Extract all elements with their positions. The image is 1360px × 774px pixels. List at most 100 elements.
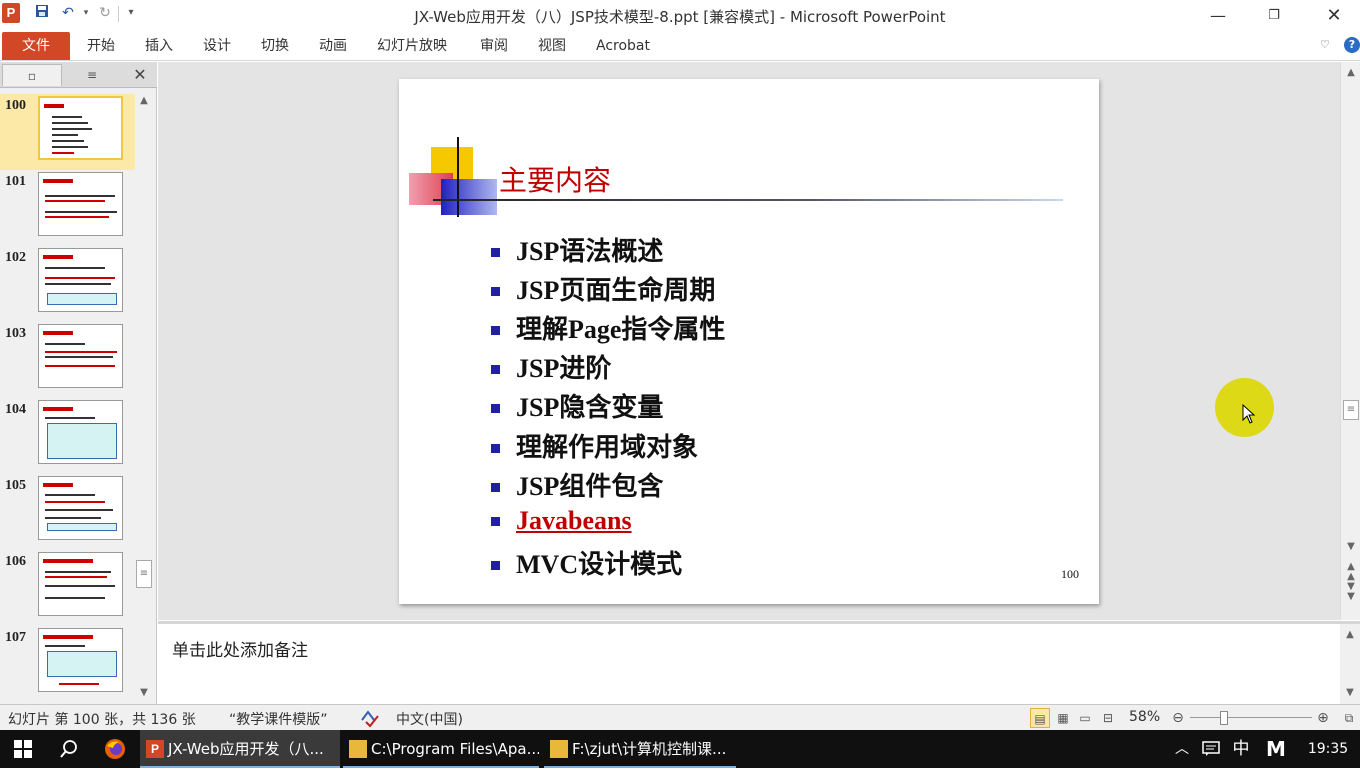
zoom-slider-track[interactable] [1190, 717, 1312, 718]
thumbnail-107[interactable]: 107 [0, 626, 135, 702]
scroll-down-arrow-icon[interactable]: ▼ [1343, 686, 1357, 700]
slide-counter: 幻灯片 第 100 张，共 136 张 [8, 712, 196, 728]
scroll-up-arrow-icon[interactable]: ▲ [137, 94, 151, 108]
title-deco-blue [441, 179, 497, 215]
tab-design[interactable]: 设计 [203, 32, 231, 60]
close-button[interactable]: ✕ [1311, 0, 1357, 32]
thumbnail-105[interactable]: 105 [0, 474, 135, 550]
slide-editing-area: 主要内容 JSP语法概述 JSP页面生命周期 理解Page指令属性 JSP进阶 … [158, 62, 1340, 620]
cursor-highlight [1215, 378, 1274, 437]
slides-tab-icon[interactable]: ▫ [2, 64, 62, 86]
taskbar-explorer-window-1[interactable]: C:\Program Files\Apa... [343, 730, 539, 768]
scroll-up-arrow-icon[interactable]: ▲ [1344, 66, 1358, 80]
bullet-square [491, 482, 500, 492]
thumbnail-number: 103 [5, 326, 26, 341]
fit-to-window-icon[interactable]: ⧉ [1339, 708, 1359, 728]
title-underline [433, 199, 1063, 201]
thumbnail-102[interactable]: 102 [0, 246, 135, 322]
theme-name[interactable]: “教学课件模版” [229, 709, 328, 729]
save-icon[interactable] [33, 4, 51, 22]
previous-slide-icon[interactable]: ▲ ▲ [1344, 562, 1358, 582]
slideshow-view-icon[interactable]: ⊟ [1098, 708, 1118, 728]
slide-scrollbar[interactable]: ▲ ≡ ▼ ▲ ▲ ▼ ▼ [1340, 62, 1360, 620]
tab-insert[interactable]: 插入 [145, 32, 173, 60]
bullet-item: JSP语法概述 [491, 231, 663, 268]
scroll-down-arrow-icon[interactable]: ▼ [137, 686, 151, 700]
thumbnail-image [38, 552, 123, 616]
notes-scrollbar[interactable]: ▲ ▼ [1340, 621, 1360, 704]
windows-taskbar: P JX-Web应用开发（八... C:\Program Files\Apa..… [0, 730, 1360, 768]
scroll-thumb[interactable]: ≡ [136, 560, 152, 588]
minimize-button[interactable]: — [1195, 0, 1241, 32]
spellcheck-icon[interactable] [358, 708, 382, 728]
tab-slideshow[interactable]: 幻灯片放映 [377, 32, 447, 60]
notes-pane[interactable]: 单击此处添加备注 [158, 621, 1340, 704]
firefox-icon[interactable] [92, 730, 138, 768]
language-indicator[interactable]: 中文(中国) [396, 709, 463, 729]
taskbar-explorer-window-2[interactable]: F:\zjut\计算机控制课... [544, 730, 736, 768]
bullet-item: JSP组件包含 [491, 466, 663, 503]
thumbnail-104[interactable]: 104 [0, 398, 135, 474]
zoom-in-icon[interactable]: ⊕ [1313, 708, 1333, 728]
powerpoint-app-icon[interactable]: P [2, 3, 20, 23]
thumbnail-100[interactable]: 100 [0, 94, 135, 170]
bullet-square [491, 325, 500, 335]
reading-view-icon[interactable]: ▭ [1075, 708, 1095, 728]
notes-placeholder[interactable]: 单击此处添加备注 [172, 636, 308, 661]
thumbnail-scrollbar[interactable]: ▲ ≡ ▼ [135, 92, 153, 702]
zoom-slider-thumb[interactable] [1220, 711, 1228, 725]
customize-quick-access-icon[interactable]: ▾ [122, 4, 140, 22]
bullet-item-link[interactable]: Javabeans [491, 506, 632, 536]
outline-tab-icon[interactable]: ≡ [62, 64, 122, 86]
bullet-item: JSP隐含变量 [491, 387, 663, 424]
minimize-ribbon-icon[interactable]: ♡ [1320, 38, 1330, 51]
thumbnail-103[interactable]: 103 [0, 322, 135, 398]
folder-icon [349, 740, 367, 758]
next-slide-icon[interactable]: ▼ ▼ [1344, 582, 1358, 602]
tab-home[interactable]: 开始 [87, 32, 115, 60]
slide-sorter-icon[interactable]: ▦ [1053, 708, 1073, 728]
windows-start-icon[interactable] [0, 730, 46, 768]
scroll-up-arrow-icon[interactable]: ▲ [1343, 628, 1357, 642]
undo-dropdown-icon[interactable]: ▾ [77, 4, 95, 22]
normal-view-icon[interactable]: ▤ [1030, 708, 1050, 728]
zoom-out-icon[interactable]: ⊖ [1168, 708, 1188, 728]
thumbnail-106[interactable]: 106 [0, 550, 135, 626]
undo-icon[interactable]: ↶ [59, 4, 77, 22]
thumbnail-image [38, 400, 123, 464]
bullet-item: MVC设计模式 [491, 544, 682, 581]
thumbnail-number: 102 [5, 250, 26, 265]
tray-expand-icon[interactable]: ︿ [1170, 730, 1194, 768]
bullet-item: 理解作用域对象 [491, 427, 698, 464]
javabeans-hyperlink[interactable]: Javabeans [516, 506, 632, 535]
bullet-square [491, 364, 500, 374]
help-icon[interactable]: ? [1344, 37, 1360, 53]
tab-view[interactable]: 视图 [538, 32, 566, 60]
tab-acrobat[interactable]: Acrobat [596, 32, 650, 60]
tab-animations[interactable]: 动画 [319, 32, 347, 60]
thumbnail-101[interactable]: 101 [0, 170, 135, 246]
thumbnail-image [38, 476, 123, 540]
clock[interactable]: 19:35 [1304, 730, 1352, 768]
restore-button[interactable]: ❐ [1251, 0, 1297, 32]
tab-transitions[interactable]: 切换 [261, 32, 289, 60]
search-icon[interactable] [46, 730, 92, 768]
slide-title: 主要内容 [499, 164, 612, 197]
bullet-square [491, 403, 500, 413]
scroll-thumb[interactable]: ≡ [1343, 400, 1359, 420]
scroll-down-arrow-icon[interactable]: ▼ [1344, 540, 1358, 554]
tab-file[interactable]: 文件 [2, 32, 70, 60]
ime-language[interactable]: 中 [1228, 730, 1254, 768]
close-pane-icon[interactable]: ✕ [128, 64, 152, 86]
notification-icon[interactable] [1198, 730, 1224, 768]
taskbar-powerpoint-window[interactable]: P JX-Web应用开发（八... [140, 730, 340, 768]
bullet-square [491, 560, 500, 570]
thumbnail-number: 104 [5, 402, 26, 417]
bullet-item: 理解Page指令属性 [491, 309, 725, 346]
slide-canvas[interactable]: 主要内容 JSP语法概述 JSP页面生命周期 理解Page指令属性 JSP进阶 … [399, 79, 1099, 604]
ime-mode[interactable]: M [1262, 730, 1290, 768]
tab-review[interactable]: 审阅 [480, 32, 508, 60]
redo-icon[interactable]: ↻ [96, 4, 114, 22]
zoom-level[interactable]: 58% [1129, 709, 1160, 725]
title-deco-vline [457, 137, 459, 217]
